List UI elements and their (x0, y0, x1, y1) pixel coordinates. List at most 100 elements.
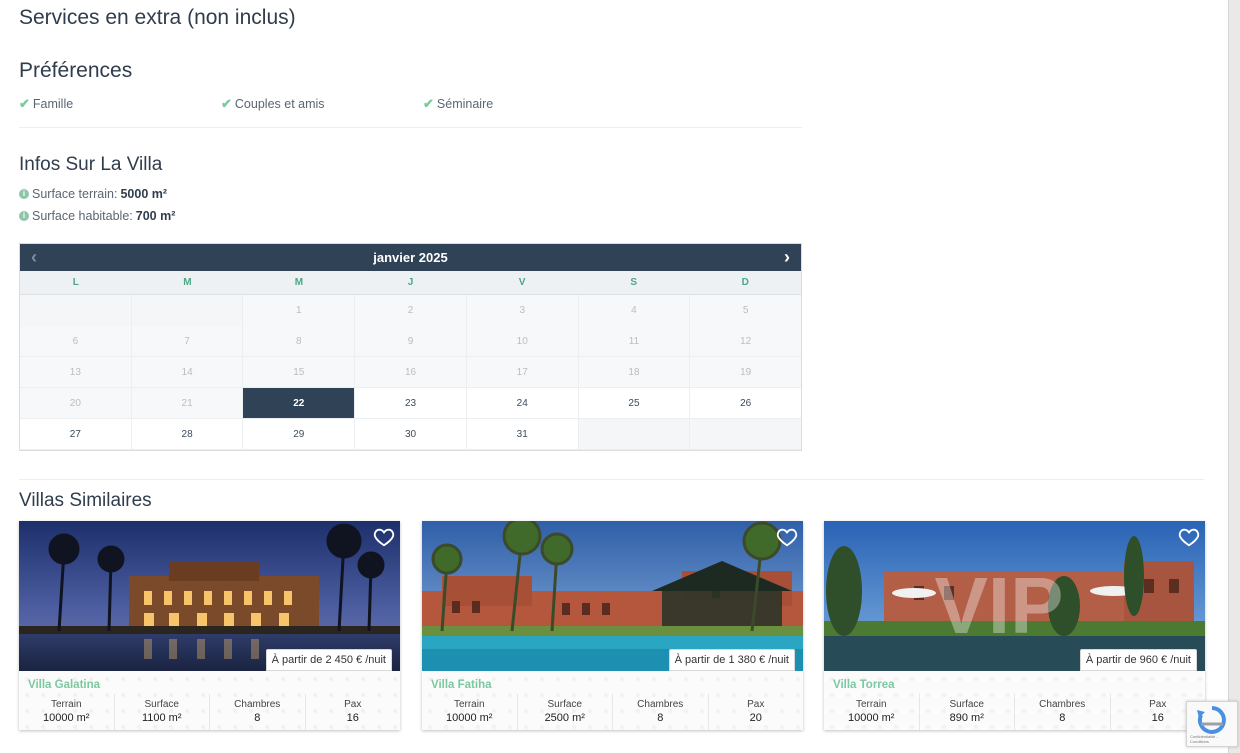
info-label: Surface terrain: (32, 187, 118, 201)
stat-label: Surface (547, 699, 582, 710)
villa-name-link[interactable]: Villa Fatiha (431, 679, 492, 691)
calendar-day[interactable]: 30 (355, 419, 467, 450)
villa-photo[interactable]: À partir de 1 380 € /nuit (422, 521, 803, 671)
stat-value: 890 m² (949, 712, 984, 724)
preference-label: Famille (32, 97, 74, 111)
chevron-left-icon[interactable]: ‹ (24, 247, 44, 267)
calendar-day: 11 (578, 326, 691, 357)
weekday-label: L (72, 277, 79, 288)
calendar-day: 18 (578, 357, 691, 388)
calendar-header: ‹ janvier 2025 › (20, 244, 801, 271)
preference-label: Couples et amis (234, 97, 325, 111)
calendar-week-row: 27 28 29 30 31 (20, 419, 802, 450)
villa-card[interactable]: VIP À partir de 960 € /nuit Villa Torrea… (824, 521, 1205, 730)
calendar-day[interactable]: 29 (243, 419, 356, 450)
price-tag: À partir de 1 380 € /nuit (668, 649, 795, 671)
check-icon: ✔ (19, 96, 30, 111)
stat-value: 16 (346, 712, 359, 724)
calendar-week-row: 13 14 15 16 17 18 19 (20, 357, 802, 388)
preferences-list: ✔ Famille ✔ Couples et amis ✔ Séminaire (19, 96, 629, 112)
stat-label: Terrain (453, 699, 485, 710)
calendar-empty-cell (578, 419, 691, 450)
calendar-day: 8 (243, 326, 356, 357)
calendar-day: 19 (690, 357, 802, 388)
calendar-day[interactable]: 22 (243, 388, 356, 419)
info-surface-terrain: i Surface terrain: 5000 m² (19, 187, 167, 201)
calendar-day[interactable]: 27 (20, 419, 132, 450)
calendar-day: 12 (690, 326, 802, 357)
weekday-label: V (518, 277, 526, 288)
calendar-day[interactable]: 24 (466, 388, 579, 419)
stat-pax: Pax 16 (306, 694, 401, 730)
recaptcha-badge[interactable]: Confidentialité - Conditions (1186, 701, 1238, 747)
calendar-day: 21 (131, 388, 244, 419)
calendar-month-label: janvier 2025 (373, 250, 448, 265)
availability-calendar: ‹ janvier 2025 › L M M J V S D 123456789… (19, 243, 802, 451)
villa-card-body: Villa Fatiha Terrain 10000 m² Surface 2500… (422, 671, 803, 730)
weekday-label: M (183, 277, 192, 288)
stat-surface: Surface 890 m² (920, 694, 1015, 730)
calendar-empty-cell (131, 295, 244, 327)
check-icon: ✔ (423, 96, 434, 111)
calendar-week-row: 12345 (20, 295, 802, 327)
stat-terrain: Terrain 10000 m² (824, 694, 920, 730)
heart-icon[interactable] (1178, 526, 1200, 548)
weekday-label: D (741, 277, 749, 288)
weekday-label: S (630, 277, 638, 288)
villa-card[interactable]: À partir de 1 380 € /nuit Villa Fatiha T… (422, 521, 803, 730)
villa-stats: Terrain 10000 m² Surface 1100 m² Chambres 8… (19, 694, 400, 730)
heart-icon[interactable] (373, 526, 395, 548)
calendar-week-row: 6 7 8 9 10 11 12 (20, 326, 802, 357)
weekday-label: J (407, 277, 414, 288)
stat-value: 10000 m² (43, 712, 90, 724)
stat-label: Terrain (855, 699, 887, 710)
calendar-day[interactable]: 23 (355, 388, 467, 419)
villa-name-link[interactable]: Villa Torrea (833, 679, 895, 691)
preference-item: ✔ Séminaire (423, 96, 625, 112)
calendar-day: 15 (243, 357, 356, 388)
calendar-day: 7 (131, 326, 244, 357)
calendar-day: 17 (466, 357, 579, 388)
villa-card-body: Villa Galatina Terrain 10000 m² Surface 11… (19, 671, 400, 730)
calendar-day[interactable]: 28 (131, 419, 244, 450)
villa-card-body: Villa Torrea Terrain 10000 m² Surface 890 … (824, 671, 1205, 730)
stat-value: 10000 m² (446, 712, 493, 724)
calendar-day[interactable]: 26 (690, 388, 802, 419)
stat-value: 2500 m² (544, 712, 585, 724)
calendar-day: 4 (578, 295, 691, 327)
stat-label: Pax (747, 699, 765, 710)
weekday-label: M (294, 277, 304, 288)
info-icon: i (19, 211, 29, 221)
stat-value: 8 (254, 712, 261, 724)
stat-value: 20 (749, 712, 762, 724)
check-icon: ✔ (221, 96, 232, 111)
section-divider (19, 127, 802, 128)
stat-pax: Pax 20 (709, 694, 804, 730)
preference-item: ✔ Couples et amis (221, 96, 423, 112)
calendar-day[interactable]: 31 (466, 419, 579, 450)
calendar-grid: 1 2 3 4 5 6 7 8 9 10 11 12 13 14 15 16 17 18 19 20 21 22 23 24 2… (20, 295, 802, 450)
price-tag: À partir de 960 € /nuit (1079, 649, 1197, 671)
stat-label: Chambres (1039, 699, 1086, 710)
chevron-right-icon[interactable]: › (777, 247, 797, 267)
villa-photo[interactable]: À partir de 2 450 € /nuit (19, 521, 400, 671)
info-surface-habitable: i Surface habitable: 700 m² (19, 209, 175, 223)
villa-card[interactable]: À partir de 2 450 € /nuit Villa Galatina… (19, 521, 400, 730)
info-value: 700 m² (135, 209, 176, 223)
calendar-day: 13 (20, 357, 132, 388)
calendar-day[interactable]: 25 (578, 388, 691, 419)
calendar-day: 3 (466, 295, 579, 327)
similar-villas-title: Villas Similaires (19, 490, 152, 511)
info-label: Surface habitable: (32, 209, 133, 223)
stat-value: 10000 m² (848, 712, 895, 724)
villa-stats: Terrain 10000 m² Surface 890 m² Chambres 8 … (824, 694, 1205, 730)
calendar-day: 2 (355, 295, 467, 327)
page-scrollbar[interactable] (1228, 0, 1240, 753)
villa-name-link[interactable]: Villa Galatina (28, 679, 100, 691)
price-tag: À partir de 2 450 € /nuit (265, 649, 392, 671)
svg-text:VIP: VIP (935, 561, 1064, 650)
heart-icon[interactable] (776, 526, 798, 548)
stat-label: Surface (949, 699, 984, 710)
villa-photo[interactable]: VIP À partir de 960 € /nuit (824, 521, 1205, 671)
calendar-day: 6 (20, 326, 132, 357)
